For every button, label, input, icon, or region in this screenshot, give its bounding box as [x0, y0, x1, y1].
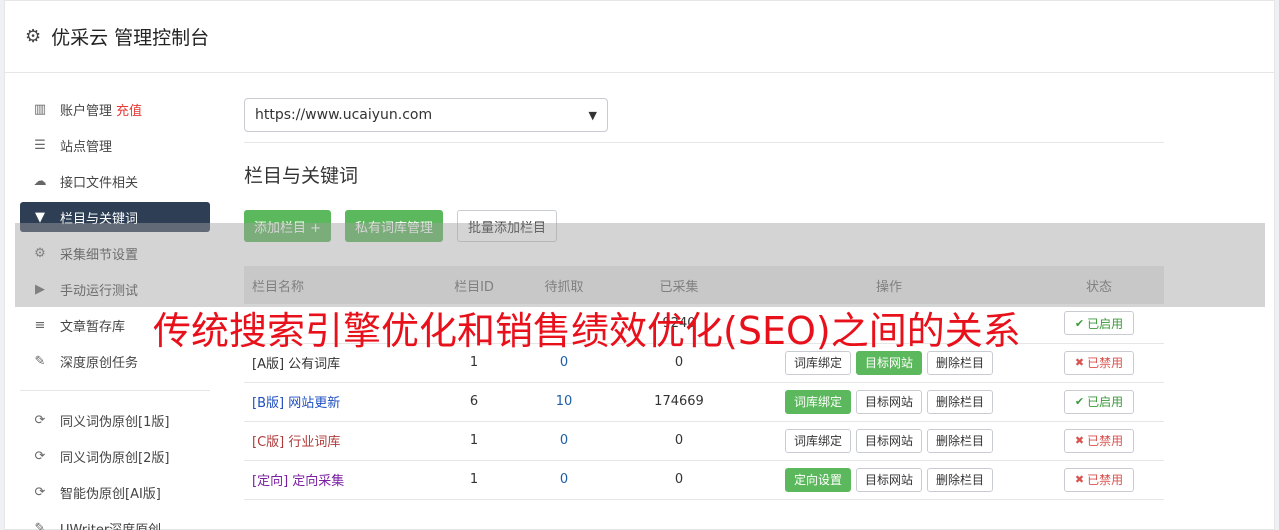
target-site-button[interactable]: 目标网站 [855, 389, 922, 414]
bind-lexicon-button[interactable]: 词库绑定 [784, 428, 851, 453]
target-site-button[interactable]: 目标网站 [855, 428, 922, 453]
page-title: 优采云 管理控制台 [51, 27, 210, 49]
edit-icon: ✎ [34, 353, 46, 369]
status-button[interactable]: ✖ 已禁用 [1063, 467, 1135, 492]
check-icon: ✔ [1074, 316, 1085, 330]
delete-column-button[interactable]: 删除栏目 [927, 467, 994, 492]
sidebar-item-interface[interactable]: ☁ 接口文件相关 [20, 166, 210, 196]
sidebar-item-label: 同义词伪原创[2版] [60, 450, 170, 466]
target-site-button[interactable]: 目标网站 [855, 467, 922, 492]
pending-count[interactable]: 0 [514, 460, 614, 499]
database-icon: ≡ [34, 317, 46, 333]
collected-count: 0 [674, 433, 684, 448]
collected-count: 0 [674, 472, 684, 487]
column-name[interactable]: [C版] 行业词库 [244, 421, 434, 460]
status-button[interactable]: ✖ 已禁用 [1063, 350, 1135, 375]
sidebar-tool-uwriter[interactable]: ✎ UWriter深度原创 [20, 513, 210, 530]
x-icon: ✖ [1074, 434, 1085, 447]
gray-overlay-band [15, 223, 1265, 307]
bind-lexicon-button[interactable]: 词库绑定 [784, 389, 851, 414]
column-id: 6 [469, 394, 479, 409]
status-button[interactable]: ✔ 已启用 [1063, 311, 1135, 336]
x-icon: ✖ [1074, 356, 1085, 369]
gear-icon: ⚙ [25, 26, 42, 47]
refresh-icon: ⟳ [34, 448, 46, 464]
bar-chart-icon: ▥ [33, 101, 47, 117]
sidebar-divider [20, 390, 210, 391]
pending-count[interactable]: 0 [514, 421, 614, 460]
cloud-upload-icon: ☁ [33, 173, 47, 189]
site-select-value: https://www.ucaiyun.com [255, 107, 433, 123]
delete-column-button[interactable]: 删除栏目 [927, 428, 994, 453]
sidebar-item-label: 文章暂存库 [60, 319, 126, 335]
status-button[interactable]: ✖ 已禁用 [1063, 428, 1135, 453]
column-name[interactable]: [定向] 定向采集 [244, 460, 434, 499]
sidebar-tool-synonym-1[interactable]: ⟳ 同义词伪原创[1版] [20, 405, 210, 435]
table-row: [C版] 行业词库 1 0 0 词库绑定 目标网站 删除栏目 ✖ 已禁用 [244, 421, 1164, 460]
divider [244, 142, 1164, 143]
check-icon: ✔ [1074, 395, 1085, 408]
top-header: ⚙ 优采云 管理控制台 [5, 1, 1274, 73]
edit-icon: ✎ [34, 520, 46, 530]
delete-column-button[interactable]: 删除栏目 [927, 389, 994, 414]
site-select[interactable]: https://www.ucaiyun.com ▼ [244, 98, 608, 132]
x-icon: ✖ [1074, 473, 1085, 486]
status-button[interactable]: ✔ 已启用 [1063, 389, 1135, 414]
sidebar-tool-ai[interactable]: ⟳ 智能伪原创[AI版] [20, 477, 210, 507]
refresh-icon: ⟳ [34, 412, 46, 428]
sidebar-item-label: 智能伪原创[AI版] [60, 486, 161, 502]
section-title: 栏目与关键词 [244, 165, 359, 187]
table-row: [B版] 网站更新 6 10 174669 词库绑定 目标网站 删除栏目 ✔ 已启… [244, 382, 1164, 421]
watermark-text: 传统搜索引擎优化和销售绩效优化(SEO)之间的关系 [153, 309, 1021, 353]
sidebar-tool-synonym-2[interactable]: ⟳ 同义词伪原创[2版] [20, 441, 210, 471]
recharge-link[interactable]: 充值 [116, 100, 142, 119]
sidebar-item-label: 站点管理 [60, 139, 113, 155]
refresh-icon: ⟳ [34, 484, 46, 500]
table-row: [定向] 定向采集 1 0 0 定向设置 目标网站 删除栏目 ✖ 已禁用 [244, 460, 1164, 499]
pending-count[interactable]: 10 [514, 382, 614, 421]
sidebar-item-label: 深度原创任务 [60, 355, 139, 371]
sidebar-item-label: 同义词伪原创[1版] [60, 414, 170, 430]
chevron-down-icon: ▼ [588, 108, 597, 122]
column-id: 1 [469, 472, 479, 487]
sidebar-item-label: 账户管理 [60, 103, 113, 119]
server-icon: ☰ [34, 137, 46, 153]
sidebar-item-label: UWriter深度原创 [60, 522, 162, 530]
directional-settings-button[interactable]: 定向设置 [784, 467, 851, 492]
column-id: 1 [469, 433, 479, 448]
sidebar-item-label: 接口文件相关 [60, 175, 139, 191]
column-name[interactable]: [B版] 网站更新 [244, 382, 434, 421]
sidebar-item-sites[interactable]: ☰ 站点管理 [20, 130, 210, 160]
collected-count: 174669 [654, 394, 704, 409]
sidebar-item-account[interactable]: ▥ 账户管理 充值 [20, 94, 210, 124]
